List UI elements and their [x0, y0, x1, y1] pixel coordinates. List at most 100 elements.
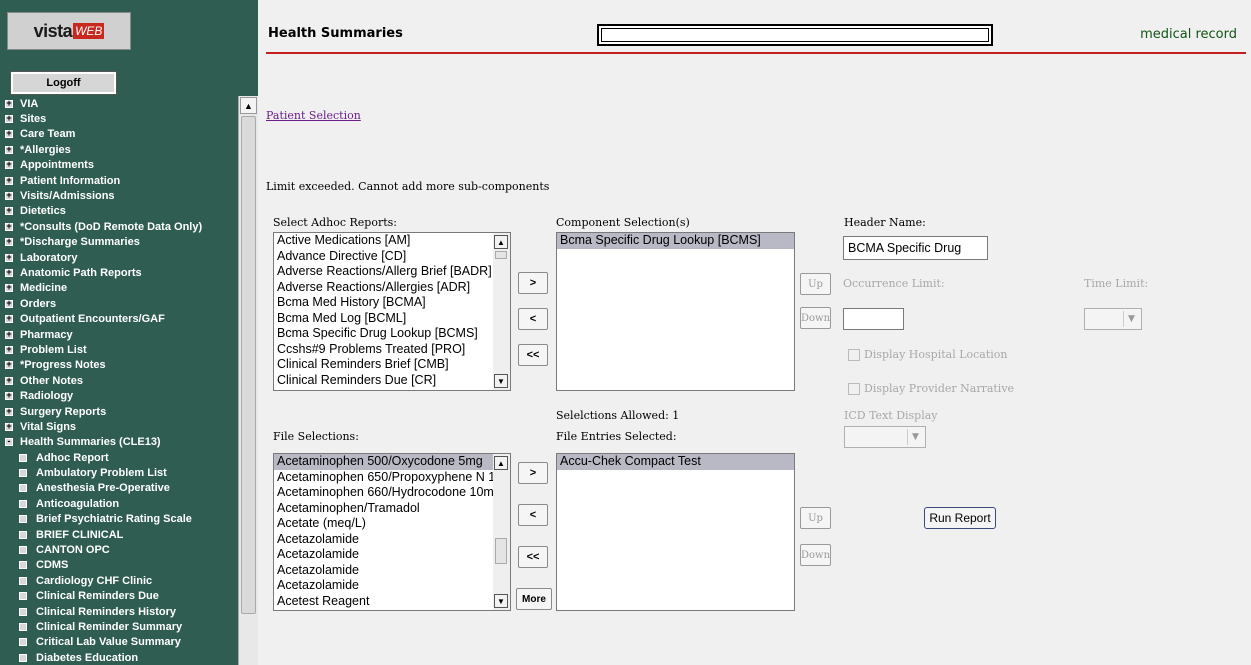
sidebar-scrollbar[interactable]: ▲ [238, 96, 258, 665]
sidebar-item[interactable]: Brief Psychiatric Rating Scale [0, 512, 238, 527]
box-icon [19, 484, 27, 493]
component-up-button[interactable]: Up [800, 273, 831, 295]
sidebar-item[interactable]: Appointments [0, 158, 238, 173]
sidebar-item[interactable]: *Consults (DoD Remote Data Only) [0, 219, 238, 234]
sidebar-item[interactable]: Patient Information [0, 173, 238, 188]
file-down-button[interactable]: Down [800, 544, 831, 566]
box-plus-icon [5, 220, 13, 232]
list-option[interactable]: Acetaminophen 650/Propoxyphene N 1 [274, 470, 510, 486]
sidebar-item[interactable]: Health Summaries (CLE13) [0, 435, 238, 450]
list-option[interactable]: Acetate (meq/L) [274, 516, 510, 532]
sidebar-item[interactable]: Surgery Reports [0, 404, 238, 419]
sidebar-item[interactable]: Laboratory [0, 250, 238, 265]
sidebar-item[interactable]: *Discharge Summaries [0, 235, 238, 250]
scroll-up-icon[interactable]: ▲ [240, 97, 257, 114]
list-option[interactable]: Acetazolamide [274, 563, 510, 579]
scroll-up-icon[interactable]: ▲ [494, 235, 508, 249]
sidebar-item[interactable]: Sites [0, 111, 238, 126]
sidebar-item[interactable]: Care Team [0, 127, 238, 142]
add-component-button[interactable]: > [518, 272, 548, 294]
header-name-field[interactable]: BCMA Specific Drug [843, 236, 988, 260]
logoff-button[interactable]: Logoff [10, 71, 117, 95]
sidebar-item[interactable]: Ambulatory Problem List [0, 465, 238, 480]
list-option[interactable]: Acetazolamide [274, 532, 510, 548]
list-option[interactable]: Acetaminophen 660/Hydrocodone 10m [274, 485, 510, 501]
scroll-down-icon[interactable]: ▼ [494, 594, 508, 608]
list-option[interactable]: Bcma Specific Drug Lookup [BCMS] [557, 233, 794, 249]
scroll-down-icon[interactable]: ▼ [494, 374, 508, 388]
scroll-thumb[interactable] [241, 116, 256, 614]
list-option[interactable]: Acetaminophen 500/Oxycodone 5mg [274, 454, 510, 470]
list-option[interactable]: Adverse Reactions/Allerg Brief [BADR] [274, 264, 510, 280]
occurrence-limit-field[interactable] [843, 308, 904, 330]
sidebar-item[interactable]: CANTON OPC [0, 542, 238, 557]
sidebar-item[interactable]: Visits/Admissions [0, 188, 238, 203]
sidebar-item[interactable]: Dietetics [0, 204, 238, 219]
sidebar-item[interactable]: Clinical Reminders History [0, 604, 238, 619]
list-option[interactable]: Adverse Reactions/Allergies [ADR] [274, 280, 510, 296]
box-plus-icon [5, 358, 13, 370]
list-option[interactable]: Advance Directive [CD] [274, 249, 510, 265]
box-icon [19, 515, 27, 524]
sidebar-item[interactable]: *Allergies [0, 142, 238, 157]
time-limit-select[interactable]: ▼ [1084, 308, 1142, 330]
adhoc-scrollbar[interactable]: ▲ ▼ [493, 233, 510, 390]
list-option[interactable]: Acetazolamide [274, 547, 510, 563]
sidebar-item[interactable]: Vital Signs [0, 419, 238, 434]
box-plus-icon [5, 266, 13, 278]
list-option[interactable]: Ccshs#9 Problems Treated [PRO] [274, 342, 510, 358]
scroll-thumb[interactable] [495, 251, 507, 259]
list-option[interactable]: Bcma Specific Drug Lookup [BCMS] [274, 326, 510, 342]
scroll-thumb[interactable] [495, 538, 507, 564]
adhoc-reports-list[interactable]: Active Medications [AM] Advance Directive… [273, 232, 511, 391]
list-option[interactable]: Clinical Reminders Brief [CMB] [274, 357, 510, 373]
file-entries-selected-list[interactable]: Accu-Chek Compact Test [556, 453, 795, 611]
run-report-button[interactable]: Run Report [924, 507, 996, 529]
sidebar-item[interactable]: Anesthesia Pre-Operative [0, 481, 238, 496]
file-up-button[interactable]: Up [800, 507, 831, 529]
display-hospital-location-checkbox[interactable]: Display Hospital Location [848, 348, 1008, 361]
list-option[interactable]: Acetazolamide [274, 578, 510, 594]
remove-component-button[interactable]: < [518, 308, 548, 330]
list-option[interactable]: Active Medications [AM] [274, 233, 510, 249]
sidebar-item[interactable]: Other Notes [0, 373, 238, 388]
sidebar-item[interactable]: Problem List [0, 342, 238, 357]
sidebar-item[interactable]: Adhoc Report [0, 450, 238, 465]
remove-all-components-button[interactable]: << [518, 344, 548, 366]
list-option[interactable]: Acetaminophen/Tramadol [274, 501, 510, 517]
file-scrollbar[interactable]: ▲ ▼ [493, 454, 510, 610]
sidebar-item[interactable]: Anatomic Path Reports [0, 265, 238, 280]
remove-all-files-button[interactable]: << [518, 546, 548, 568]
sidebar-item[interactable]: CDMS [0, 558, 238, 573]
list-option[interactable]: Bcma Med Log [BCML] [274, 311, 510, 327]
sidebar-item[interactable]: VIA [0, 96, 238, 111]
file-selections-list[interactable]: Acetaminophen 500/Oxycodone 5mg Acetamino… [273, 453, 511, 611]
sidebar-item[interactable]: Orders [0, 296, 238, 311]
display-provider-narrative-checkbox[interactable]: Display Provider Narrative [848, 382, 1014, 395]
add-file-button[interactable]: > [518, 462, 548, 484]
sidebar-item[interactable]: Pharmacy [0, 327, 238, 342]
list-option[interactable]: Bcma Med History [BCMA] [274, 295, 510, 311]
chevron-down-icon: ▼ [1123, 311, 1139, 327]
sidebar-item[interactable]: Outpatient Encounters/GAF [0, 311, 238, 326]
icd-text-display-select[interactable]: ▼ [844, 426, 926, 448]
sidebar-item[interactable]: Clinical Reminder Summary [0, 619, 238, 634]
sidebar-item[interactable]: Medicine [0, 281, 238, 296]
sidebar-item[interactable]: Clinical Reminders Due [0, 589, 238, 604]
list-option[interactable]: Acetest Reagent [274, 594, 510, 610]
sidebar-item[interactable]: Radiology [0, 388, 238, 403]
patient-selection-link[interactable]: Patient Selection [266, 109, 361, 122]
component-down-button[interactable]: Down [800, 307, 831, 329]
scroll-up-icon[interactable]: ▲ [494, 456, 508, 470]
remove-file-button[interactable]: < [518, 504, 548, 526]
more-button[interactable]: More [516, 588, 552, 610]
sidebar-item[interactable]: BRIEF CLINICAL [0, 527, 238, 542]
sidebar-item[interactable]: Cardiology CHF Clinic [0, 573, 238, 588]
component-selection-list[interactable]: Bcma Specific Drug Lookup [BCMS] [556, 232, 795, 391]
sidebar-item[interactable]: Diabetes Education [0, 650, 238, 665]
sidebar-item[interactable]: Critical Lab Value Summary [0, 635, 238, 650]
list-option[interactable]: Accu-Chek Compact Test [557, 454, 794, 470]
sidebar-item[interactable]: Anticoagulation [0, 496, 238, 511]
list-option[interactable]: Clinical Reminders Due [CR] [274, 373, 510, 389]
sidebar-item[interactable]: *Progress Notes [0, 358, 238, 373]
